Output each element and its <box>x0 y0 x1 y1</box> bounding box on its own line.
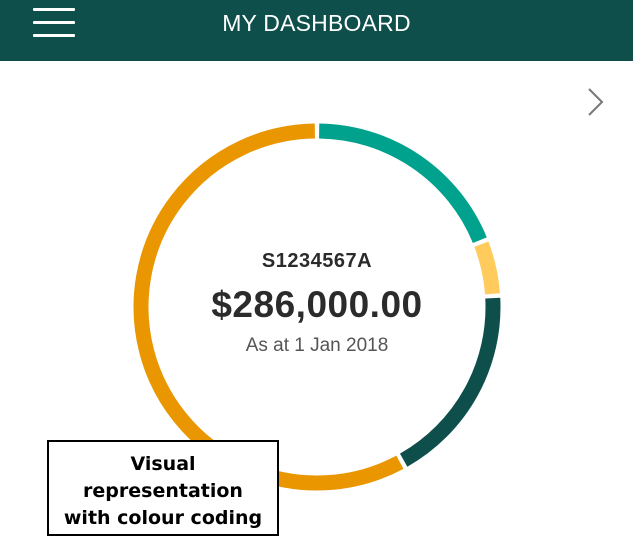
annotation-callout: Visual representation with colour coding <box>47 440 279 536</box>
callout-line: Visual <box>130 453 196 475</box>
as-at-date: As at 1 Jan 2018 <box>245 335 389 356</box>
balance-amount: $286,000.00 <box>211 284 423 325</box>
callout-line: with colour coding <box>63 507 263 529</box>
account-id: S1234567A <box>261 250 373 272</box>
callout-line: representation <box>83 480 243 502</box>
donut-segment-1[interactable] <box>319 123 487 244</box>
donut-segment-2[interactable] <box>474 241 500 295</box>
